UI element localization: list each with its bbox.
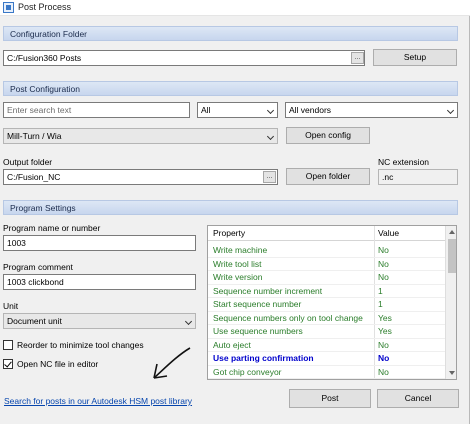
unit-select[interactable]: Document unit: [3, 313, 196, 329]
property-value: No: [378, 339, 389, 350]
annotation-arrow-icon: [153, 347, 191, 379]
chevron-down-icon: [184, 317, 193, 326]
value-column-header: Value: [378, 228, 400, 238]
section-header-post-configuration: Post Configuration: [3, 81, 458, 96]
title-bar: Post Process: [0, 0, 470, 16]
post-type-filter-value: All: [201, 105, 211, 115]
property-name: Sequence number increment: [213, 285, 323, 296]
property-name: Use parting confirmation: [213, 353, 314, 363]
chevron-down-icon: [266, 132, 275, 141]
property-value: No: [378, 353, 390, 363]
post-process-dialog: Post Process Configuration Folder C:/Fus…: [0, 0, 470, 424]
property-name: Auto eject: [213, 339, 251, 350]
output-folder-field[interactable]: C:/Fusion_NC: [3, 169, 278, 185]
property-name: Write version: [213, 272, 263, 282]
scroll-thumb[interactable]: [448, 239, 456, 273]
unit-label: Unit: [3, 301, 19, 311]
property-name: Write tool list: [213, 258, 262, 269]
property-row[interactable]: Start sequence number 1: [208, 298, 445, 312]
property-name: Got chip conveyor: [213, 366, 282, 377]
post-library-link[interactable]: Search for posts in our Autodesk HSM pos…: [4, 396, 192, 406]
cancel-button[interactable]: Cancel: [377, 389, 459, 408]
property-value: 1: [378, 299, 383, 309]
property-name: Start sequence number: [213, 299, 302, 309]
property-name: Use sequence numbers: [213, 326, 303, 336]
vendor-filter-select[interactable]: All vendors: [285, 102, 458, 118]
property-row[interactable]: Write version No: [208, 271, 445, 285]
open-config-button[interactable]: Open config: [286, 127, 370, 144]
property-row[interactable]: Sequence number increment 1: [208, 285, 445, 298]
property-value: No: [378, 366, 389, 377]
chevron-down-icon: [446, 106, 455, 115]
property-row[interactable]: Got chip conveyor No: [208, 366, 445, 379]
property-row-selected[interactable]: Use parting confirmation No: [208, 352, 445, 366]
app-icon: [3, 2, 14, 13]
output-folder-label: Output folder: [3, 157, 53, 167]
property-grid-header: Property Value: [208, 226, 445, 241]
property-row[interactable]: Sequence numbers only on tool change Yes: [208, 312, 445, 325]
post-select-value: Mill-Turn / Wia: [7, 131, 62, 141]
property-value: No: [378, 258, 389, 269]
nc-extension-label: NC extension: [378, 157, 430, 167]
post-button[interactable]: Post: [289, 389, 371, 408]
property-grid-scrollbar[interactable]: [445, 226, 456, 379]
section-header-program-settings: Program Settings: [3, 200, 458, 215]
property-value: Yes: [378, 312, 392, 323]
browse-config-folder-button[interactable]: ...: [351, 52, 364, 64]
scroll-up-arrow-icon[interactable]: [449, 230, 455, 234]
reorder-tool-changes-checkbox[interactable]: [3, 340, 13, 350]
nc-extension-field[interactable]: .nc: [378, 169, 458, 185]
property-row[interactable]: Write machine No: [208, 244, 445, 258]
browse-output-folder-button[interactable]: ...: [263, 171, 276, 183]
vendor-filter-value: All vendors: [289, 105, 332, 115]
setup-button[interactable]: Setup: [373, 49, 457, 66]
program-name-field[interactable]: 1003: [3, 235, 196, 251]
section-header-configuration-folder: Configuration Folder: [3, 26, 458, 41]
post-type-filter-select[interactable]: All: [197, 102, 278, 118]
property-row[interactable]: Write tool list No: [208, 258, 445, 271]
unit-select-value: Document unit: [7, 316, 62, 326]
property-value: No: [378, 272, 389, 282]
property-name: Sequence numbers only on tool change: [213, 312, 363, 323]
property-value: No: [378, 245, 389, 255]
post-select[interactable]: Mill-Turn / Wia: [3, 128, 278, 144]
program-name-label: Program name or number: [3, 223, 101, 233]
open-folder-button[interactable]: Open folder: [286, 168, 370, 185]
property-row[interactable]: Auto eject No: [208, 339, 445, 352]
window-title: Post Process: [18, 2, 72, 12]
open-nc-in-editor-checkbox[interactable]: [3, 359, 13, 369]
scroll-down-arrow-icon[interactable]: [449, 371, 455, 375]
program-comment-field[interactable]: 1003 clickbond: [3, 274, 196, 290]
configuration-folder-field[interactable]: C:/Fusion360 Posts: [3, 50, 365, 66]
reorder-tool-changes-label: Reorder to minimize tool changes: [17, 340, 144, 350]
property-name: Write machine: [213, 245, 268, 255]
chevron-down-icon: [266, 106, 275, 115]
open-nc-in-editor-label: Open NC file in editor: [17, 359, 99, 369]
search-input[interactable]: Enter search text: [3, 102, 190, 118]
property-column-header: Property: [213, 228, 246, 238]
program-comment-label: Program comment: [3, 262, 73, 272]
property-value: 1: [378, 285, 383, 296]
property-grid[interactable]: Property Value Write machine No Write to…: [207, 225, 457, 380]
property-row[interactable]: Use sequence numbers Yes: [208, 325, 445, 339]
property-value: Yes: [378, 326, 392, 336]
